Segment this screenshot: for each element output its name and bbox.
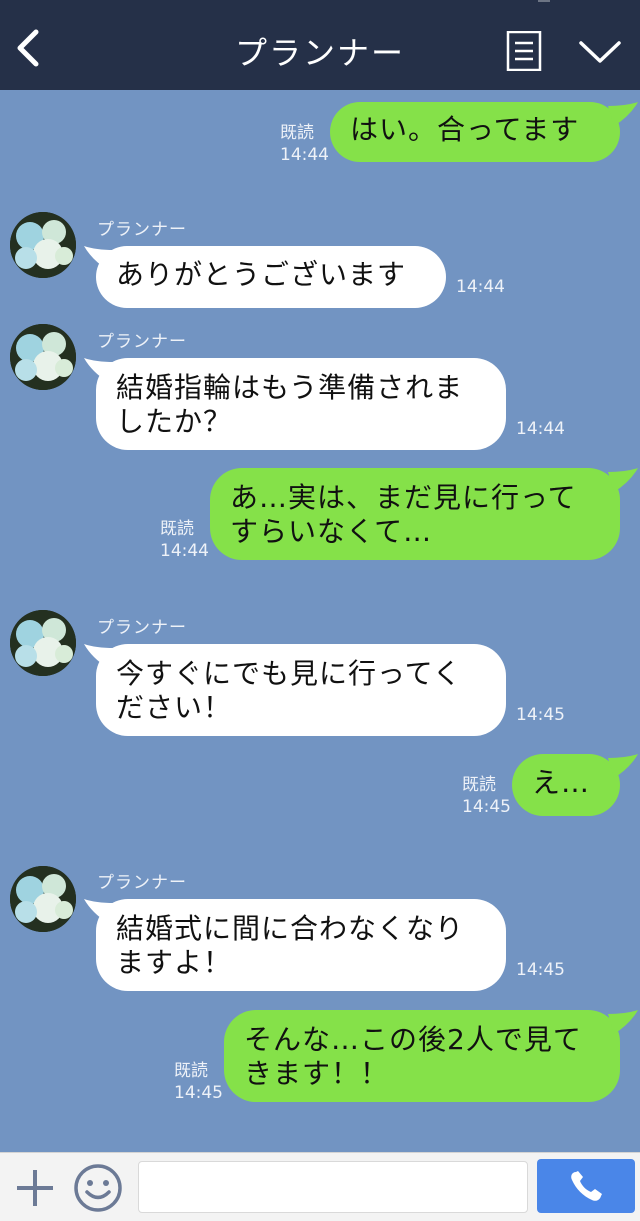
- message-text-line: 今すぐにでも見に行ってく: [116, 657, 462, 690]
- read-receipt: 既読: [280, 123, 314, 143]
- rose-bouquet-image: [10, 866, 76, 932]
- message-meta: 既読 14:44: [280, 122, 329, 166]
- message-meta: 既読 14:45: [462, 774, 511, 818]
- message-text-line: ださい！: [116, 691, 233, 724]
- avatar[interactable]: [10, 324, 76, 390]
- message-bubble-incoming[interactable]: 結婚指輪はもう準備されま したか？: [96, 358, 506, 450]
- message-meta: 既読 14:44: [160, 518, 209, 562]
- message-bubble-outgoing[interactable]: そんな…この後2人で見て きます！！: [224, 1010, 620, 1102]
- smiley-icon[interactable]: [73, 1163, 123, 1213]
- avatar[interactable]: [10, 212, 76, 278]
- message-composer: [0, 1152, 640, 1221]
- message-bubble-outgoing[interactable]: あ…実は、まだ見に行って すらいなくて…: [210, 468, 620, 560]
- message-bubble-outgoing[interactable]: はい。合ってます: [330, 102, 620, 162]
- avatar[interactable]: [10, 866, 76, 932]
- sender-name: プランナー: [97, 332, 187, 352]
- message-bubble-incoming[interactable]: ありがとうございます: [96, 246, 446, 308]
- message-bubble-incoming[interactable]: 今すぐにでも見に行ってく ださい！: [96, 644, 506, 736]
- message-bubble-incoming[interactable]: 結婚式に間に合わなくなり ますよ！: [96, 899, 506, 991]
- message-meta: 既読 14:45: [174, 1060, 223, 1104]
- message-text-line: ますよ！: [116, 946, 233, 979]
- message-time: 14:44: [516, 419, 565, 439]
- message-time: 14:45: [516, 960, 565, 980]
- message-text-line: 結婚指輪はもう準備されま: [116, 371, 464, 404]
- message-time: 14:45: [174, 1083, 223, 1103]
- chevron-down-icon[interactable]: [578, 38, 622, 66]
- bubble-tail: [608, 754, 638, 778]
- read-receipt: 既読: [174, 1061, 208, 1081]
- message-time: 14:44: [280, 145, 329, 165]
- bubble-tail: [608, 102, 638, 126]
- chat-area[interactable]: 既読 14:44 はい。合ってます プランナー ありがとうございます 14:44…: [0, 90, 640, 1152]
- phone-icon: [571, 1171, 602, 1201]
- menu-list-icon[interactable]: [506, 30, 542, 72]
- message-text-line: すらいなくて…: [230, 515, 433, 548]
- bubble-tail: [608, 468, 638, 492]
- message-time: 14:45: [462, 797, 511, 817]
- message-text-line: そんな…この後2人で見て: [244, 1023, 582, 1056]
- avatar[interactable]: [10, 610, 76, 676]
- sender-name: プランナー: [97, 873, 187, 893]
- rose-bouquet-image: [10, 212, 76, 278]
- chat-header: プランナー: [0, 0, 640, 90]
- message-text-line: したか？: [116, 405, 233, 438]
- rose-bouquet-image: [10, 324, 76, 390]
- message-text: はい。合ってます: [350, 113, 580, 146]
- message-text-line: 結婚式に間に合わなくなり: [116, 912, 465, 945]
- chat-title: プランナー: [234, 34, 405, 72]
- message-text: ありがとうございます: [116, 258, 407, 291]
- message-time: 14:45: [516, 705, 565, 725]
- bubble-tail: [608, 1010, 638, 1034]
- message-text-line: あ…実は、まだ見に行って: [230, 481, 577, 514]
- call-button[interactable]: [537, 1159, 635, 1213]
- read-receipt: 既読: [462, 775, 496, 795]
- message-bubble-outgoing[interactable]: え…: [512, 754, 620, 816]
- message-text-line: きます！！: [244, 1057, 390, 1090]
- status-line: [538, 0, 550, 2]
- plus-icon[interactable]: [14, 1167, 56, 1209]
- rose-bouquet-image: [10, 610, 76, 676]
- message-text: え…: [532, 766, 591, 799]
- message-time: 14:44: [160, 541, 209, 561]
- sender-name: プランナー: [97, 618, 187, 638]
- message-time: 14:44: [456, 277, 505, 297]
- message-input[interactable]: [138, 1161, 528, 1213]
- sender-name: プランナー: [97, 220, 187, 240]
- read-receipt: 既読: [160, 519, 194, 539]
